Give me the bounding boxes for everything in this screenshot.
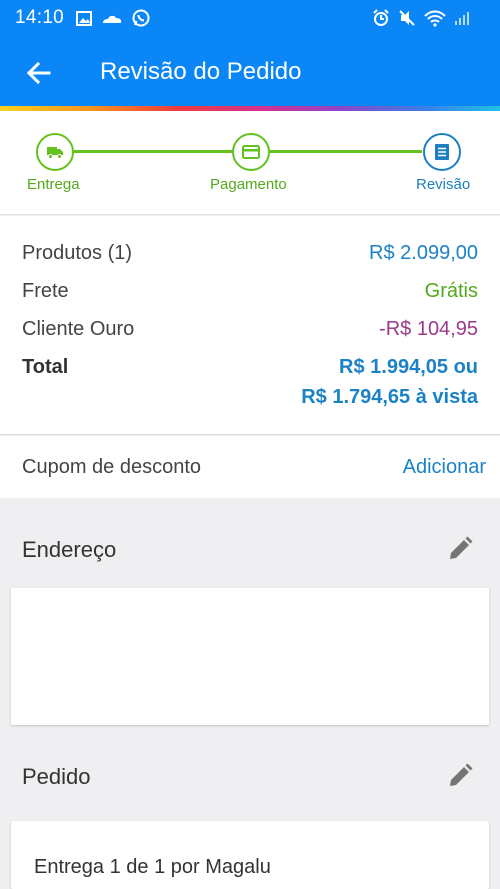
step-connector-2 (270, 150, 422, 153)
address-section-title: Endereço (22, 537, 117, 562)
card-icon (242, 145, 260, 159)
total-cash-value: R$ 1.794,65 à vista (301, 386, 478, 408)
truck-icon (47, 147, 63, 159)
step-pagamento[interactable] (232, 133, 270, 171)
order-section-title: Pedido (22, 764, 91, 789)
whatsapp-icon (132, 9, 150, 27)
step-label-entrega: Entrega (27, 176, 80, 193)
cloud-icon (103, 15, 122, 23)
page-title: Revisão do Pedido (100, 58, 302, 85)
order-card: Entrega 1 de 1 por Magalu (11, 821, 489, 889)
mute-icon (399, 10, 415, 26)
address-card[interactable] (11, 588, 489, 725)
total-installment-value: R$ 1.994,05 ou (339, 356, 478, 378)
gold-client-value: -R$ 104,95 (379, 318, 478, 340)
step-label-revisao: Revisão (416, 176, 471, 193)
order-summary: Produtos (1) R$ 2.099,00 Frete Grátis Cl… (0, 216, 500, 435)
edit-order-pencil-icon[interactable] (445, 761, 475, 791)
total-label: Total (22, 356, 69, 378)
delivery-info-text: Entrega 1 de 1 por Magalu (34, 856, 271, 878)
shipping-label: Frete (22, 280, 69, 302)
app-header: 14:10 Revisão do Pedido (0, 0, 500, 106)
image-icon (76, 10, 92, 26)
step-entrega[interactable] (36, 133, 74, 171)
products-label: Produtos (1) (22, 242, 133, 264)
document-icon (435, 144, 449, 160)
edit-address-pencil-icon[interactable] (445, 534, 475, 564)
coupon-label: Cupom de desconto (22, 456, 202, 478)
shipping-value: Grátis (424, 280, 478, 302)
step-connector-1 (74, 150, 234, 153)
total-value: R$ 1.994,05 ou R$ 1.794,65 à vista (301, 352, 478, 412)
add-coupon-link[interactable]: Adicionar (403, 456, 486, 479)
signal-icon (455, 12, 469, 25)
coupon-row: Cupom de desconto Adicionar (0, 436, 500, 498)
checkout-stepper: Entrega Pagamento Revisão (0, 111, 500, 215)
alarm-icon (373, 9, 389, 26)
back-arrow-icon[interactable] (23, 58, 53, 88)
gold-client-label: Cliente Ouro (22, 318, 135, 340)
step-label-pagamento: Pagamento (210, 176, 287, 193)
step-revisao[interactable] (423, 133, 461, 171)
status-time: 14:10 (15, 7, 65, 28)
products-value: R$ 2.099,00 (369, 242, 478, 264)
wifi-icon (424, 10, 446, 27)
status-bar: 14:10 (0, 0, 500, 36)
